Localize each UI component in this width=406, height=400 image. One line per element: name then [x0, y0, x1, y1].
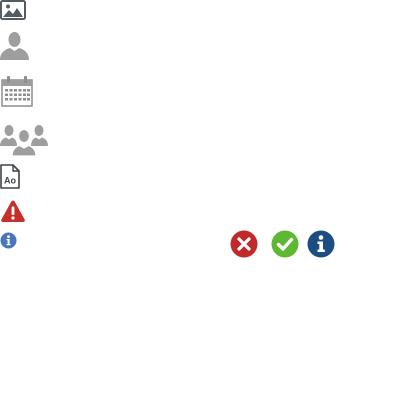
calendar-icon — [1, 76, 33, 107]
info-icon — [0, 232, 17, 249]
font-file-label: Ao — [4, 176, 16, 186]
error-circle-icon — [230, 230, 258, 258]
group-icon — [0, 124, 48, 156]
font-file-icon: Ao — [0, 164, 20, 189]
user-icon — [0, 31, 30, 61]
success-check-icon — [271, 230, 299, 258]
image-icon — [0, 0, 26, 20]
info-circle-icon — [307, 230, 335, 258]
warning-icon — [0, 199, 26, 223]
